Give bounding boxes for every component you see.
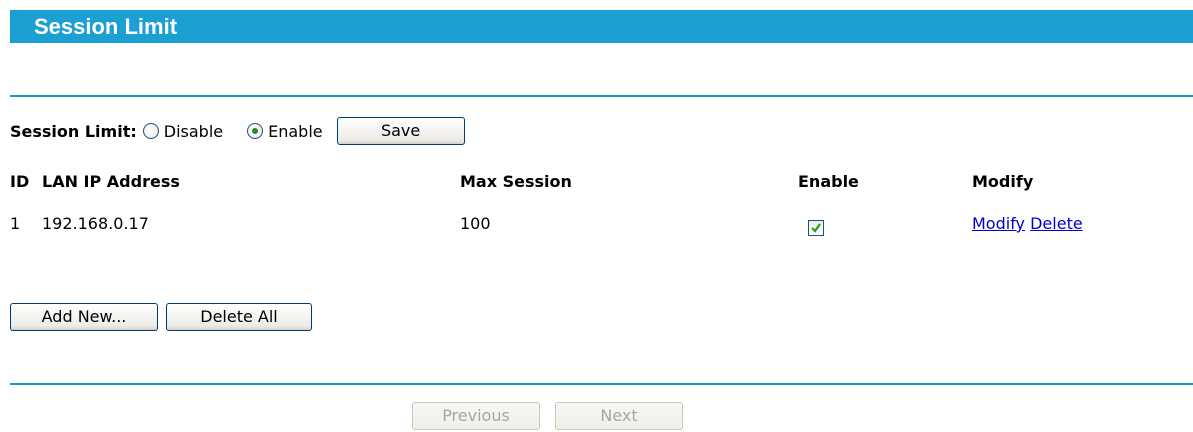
add-new-button[interactable]: Add New... xyxy=(10,303,158,331)
session-limit-label: Session Limit: xyxy=(10,121,137,141)
session-limit-row: Session Limit: Disable Enable Save xyxy=(10,117,465,145)
row-lan-ip: 192.168.0.17 xyxy=(42,214,149,233)
header-id: ID xyxy=(10,172,30,191)
next-button[interactable]: Next xyxy=(555,402,683,430)
enable-radio-label[interactable]: Enable xyxy=(268,122,323,141)
disable-radio-label[interactable]: Disable xyxy=(164,122,223,141)
divider-bottom xyxy=(10,383,1193,385)
enable-radio[interactable] xyxy=(247,123,264,139)
row-enable-checkbox[interactable] xyxy=(808,220,824,236)
header-enable: Enable xyxy=(798,172,859,191)
save-button[interactable]: Save xyxy=(336,117,465,145)
row-max-session: 100 xyxy=(460,214,491,233)
page-title: Session Limit xyxy=(34,14,178,39)
row-id: 1 xyxy=(10,214,21,233)
row-actions: Modify Delete xyxy=(972,214,1083,233)
checkmark-icon xyxy=(811,223,821,233)
delete-link[interactable]: Delete xyxy=(1030,214,1083,233)
header-max-session: Max Session xyxy=(460,172,572,191)
header-lan-ip: LAN IP Address xyxy=(42,172,180,191)
header-modify: Modify xyxy=(972,172,1034,191)
modify-link[interactable]: Modify xyxy=(972,214,1025,233)
previous-button[interactable]: Previous xyxy=(412,402,540,430)
disable-radio[interactable] xyxy=(142,123,159,139)
divider-top xyxy=(10,95,1193,97)
delete-all-button[interactable]: Delete All xyxy=(166,303,312,331)
title-bar: Session Limit xyxy=(10,10,1193,43)
